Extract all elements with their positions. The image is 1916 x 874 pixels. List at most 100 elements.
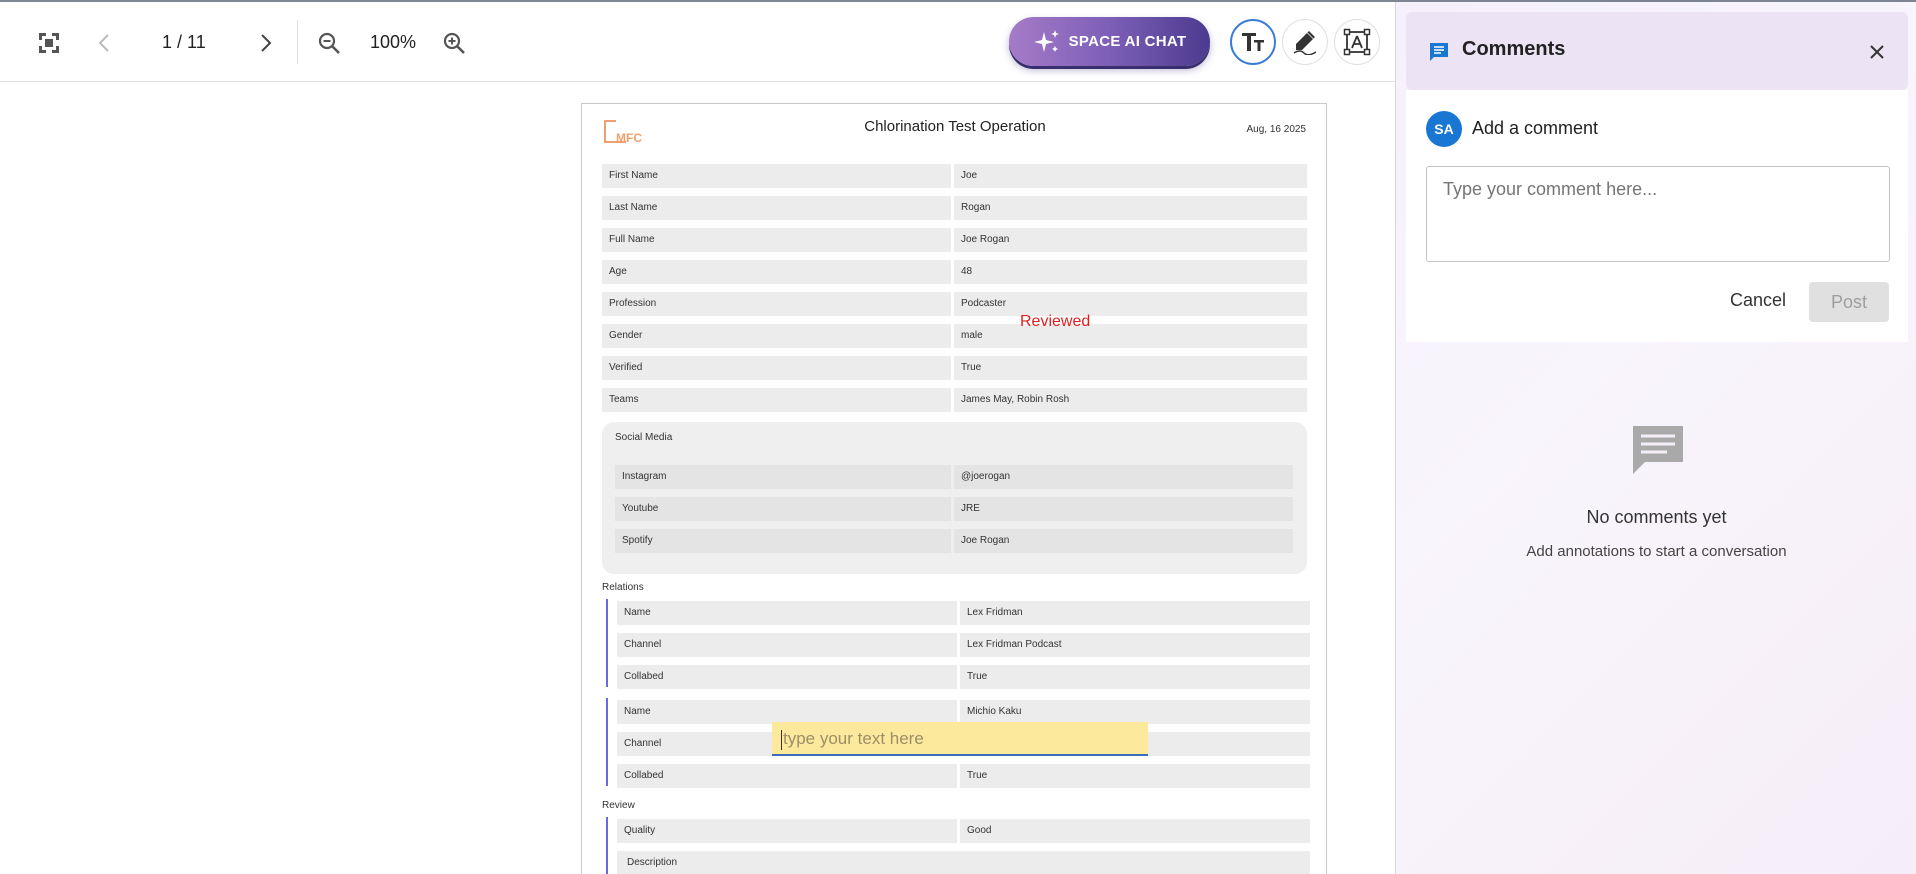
draw-tool-button[interactable] bbox=[1282, 19, 1328, 65]
field-value: Podcaster bbox=[954, 292, 1307, 316]
field-label: Spotify bbox=[615, 529, 951, 553]
text-cursor bbox=[781, 729, 782, 750]
viewer-toolbar: 1 / 11 100% SPACE AI CHAT bbox=[0, 2, 1395, 82]
text-size-icon bbox=[1242, 33, 1264, 51]
field-row: Verified True bbox=[602, 356, 1307, 380]
empty-comments-icon bbox=[1633, 426, 1683, 474]
field-label: Verified bbox=[602, 356, 951, 380]
pen-signature-icon bbox=[1293, 31, 1317, 55]
field-value: Good bbox=[960, 819, 1310, 843]
field-label: Instagram bbox=[615, 465, 951, 489]
field-value: JRE bbox=[954, 497, 1293, 521]
text-annotation-placeholder: type your text here bbox=[783, 729, 924, 748]
close-icon[interactable] bbox=[1869, 44, 1885, 60]
comment-input[interactable] bbox=[1426, 166, 1890, 262]
empty-state-subtitle: Add annotations to start a conversation bbox=[1526, 543, 1787, 560]
field-row: Age 48 bbox=[602, 260, 1307, 284]
comments-title: Comments bbox=[1462, 38, 1566, 60]
page-indicator[interactable]: 1 / 11 bbox=[162, 32, 206, 53]
field-label: Last Name bbox=[602, 196, 951, 220]
field-label: Collabed bbox=[617, 764, 957, 788]
next-page-button[interactable] bbox=[256, 30, 276, 56]
comments-panel: Comments SA Add a comment Cancel Post No… bbox=[1395, 2, 1916, 874]
field-value: Lex Fridman Podcast bbox=[960, 633, 1310, 657]
text-tool-button[interactable] bbox=[1230, 19, 1276, 65]
cancel-button[interactable]: Cancel bbox=[1718, 280, 1798, 320]
chevron-left-icon bbox=[98, 34, 109, 52]
field-label: Name bbox=[617, 700, 957, 724]
field-value: Lex Fridman bbox=[960, 601, 1310, 625]
field-value: Joe Rogan bbox=[954, 529, 1293, 553]
field-value: James May, Robin Rosh bbox=[954, 388, 1307, 412]
comment-icon bbox=[1430, 43, 1448, 61]
review-title: Review bbox=[602, 800, 635, 811]
field-label: Teams bbox=[602, 388, 951, 412]
reviewed-stamp-annotation[interactable]: Reviewed bbox=[1020, 313, 1090, 331]
add-comment-label: Add a comment bbox=[1472, 118, 1599, 138]
field-row: First Name Joe bbox=[602, 164, 1307, 188]
sparkles-icon bbox=[1033, 29, 1059, 52]
post-button[interactable]: Post bbox=[1809, 282, 1889, 322]
avatar: SA bbox=[1426, 111, 1462, 147]
social-row: Youtube JRE bbox=[615, 497, 1293, 521]
field-row: Profession Podcaster bbox=[602, 292, 1307, 316]
new-comment-card: SA Add a comment Cancel Post bbox=[1406, 90, 1908, 342]
field-label: Collabed bbox=[617, 665, 957, 689]
field-label: Quality bbox=[617, 819, 957, 843]
zoom-out-button[interactable] bbox=[316, 30, 342, 56]
textbox-tool-button[interactable] bbox=[1334, 19, 1380, 65]
field-label: Profession bbox=[602, 292, 951, 316]
zoom-out-icon bbox=[318, 32, 340, 54]
empty-state-title: No comments yet bbox=[1586, 507, 1727, 527]
space-ai-chat-button[interactable]: SPACE AI CHAT bbox=[1009, 17, 1210, 66]
field-row: Last Name Rogan bbox=[602, 196, 1307, 220]
document-viewer: 1 / 11 100% SPACE AI CHAT MFC Chlorinati… bbox=[0, 2, 1395, 874]
field-row: Full Name Joe Rogan bbox=[602, 228, 1307, 252]
social-row: Instagram @joerogan bbox=[615, 465, 1293, 489]
relation-row: Collabed True bbox=[617, 665, 1310, 689]
field-value: Rogan bbox=[954, 196, 1307, 220]
fit-screen-icon[interactable] bbox=[36, 30, 62, 56]
document-title: Chlorination Test Operation bbox=[864, 118, 1046, 135]
field-value: 48 bbox=[954, 260, 1307, 284]
field-label: Age bbox=[602, 260, 951, 284]
field-label: Channel bbox=[617, 633, 957, 657]
social-row: Spotify Joe Rogan bbox=[615, 529, 1293, 553]
comments-header: Comments bbox=[1406, 12, 1908, 90]
field-value: Michio Kaku bbox=[960, 700, 1310, 724]
review-bar bbox=[606, 817, 608, 874]
ai-button-label: SPACE AI CHAT bbox=[1068, 33, 1187, 50]
text-box-icon bbox=[1343, 28, 1371, 56]
toolbar-divider bbox=[297, 20, 298, 64]
previous-page-button[interactable] bbox=[94, 30, 114, 56]
field-value: True bbox=[960, 665, 1310, 689]
document-date: Aug, 16 2025 bbox=[1246, 124, 1307, 135]
field-value: Joe Rogan bbox=[954, 228, 1307, 252]
text-annotation-input[interactable]: type your text here bbox=[772, 722, 1148, 756]
chevron-right-icon bbox=[261, 34, 272, 52]
relation-row: Channel Lex Fridman Podcast bbox=[617, 633, 1310, 657]
zoom-in-button[interactable] bbox=[441, 30, 467, 56]
field-label: First Name bbox=[602, 164, 951, 188]
relation-row: Name Michio Kaku bbox=[617, 700, 1310, 724]
document-page: MFC Chlorination Test Operation Aug, 16 … bbox=[581, 103, 1327, 874]
field-value: male bbox=[954, 324, 1307, 348]
relation-bar bbox=[606, 599, 608, 687]
field-value: @joerogan bbox=[954, 465, 1293, 489]
relation-row: Name Lex Fridman bbox=[617, 601, 1310, 625]
relations-title: Relations bbox=[602, 582, 644, 593]
field-label: Youtube bbox=[615, 497, 951, 521]
field-value: True bbox=[954, 356, 1307, 380]
field-label: Name bbox=[617, 601, 957, 625]
relation-row: Collabed True bbox=[617, 764, 1310, 788]
zoom-in-icon bbox=[443, 32, 465, 54]
social-media-title: Social Media bbox=[615, 432, 673, 443]
review-row: Description bbox=[617, 851, 1310, 874]
field-row: Gender male bbox=[602, 324, 1307, 348]
field-value: Joe bbox=[954, 164, 1307, 188]
field-value: True bbox=[960, 764, 1310, 788]
field-label: Description bbox=[617, 851, 1310, 874]
field-label: Full Name bbox=[602, 228, 951, 252]
field-label: Gender bbox=[602, 324, 951, 348]
review-row: Quality Good bbox=[617, 819, 1310, 843]
